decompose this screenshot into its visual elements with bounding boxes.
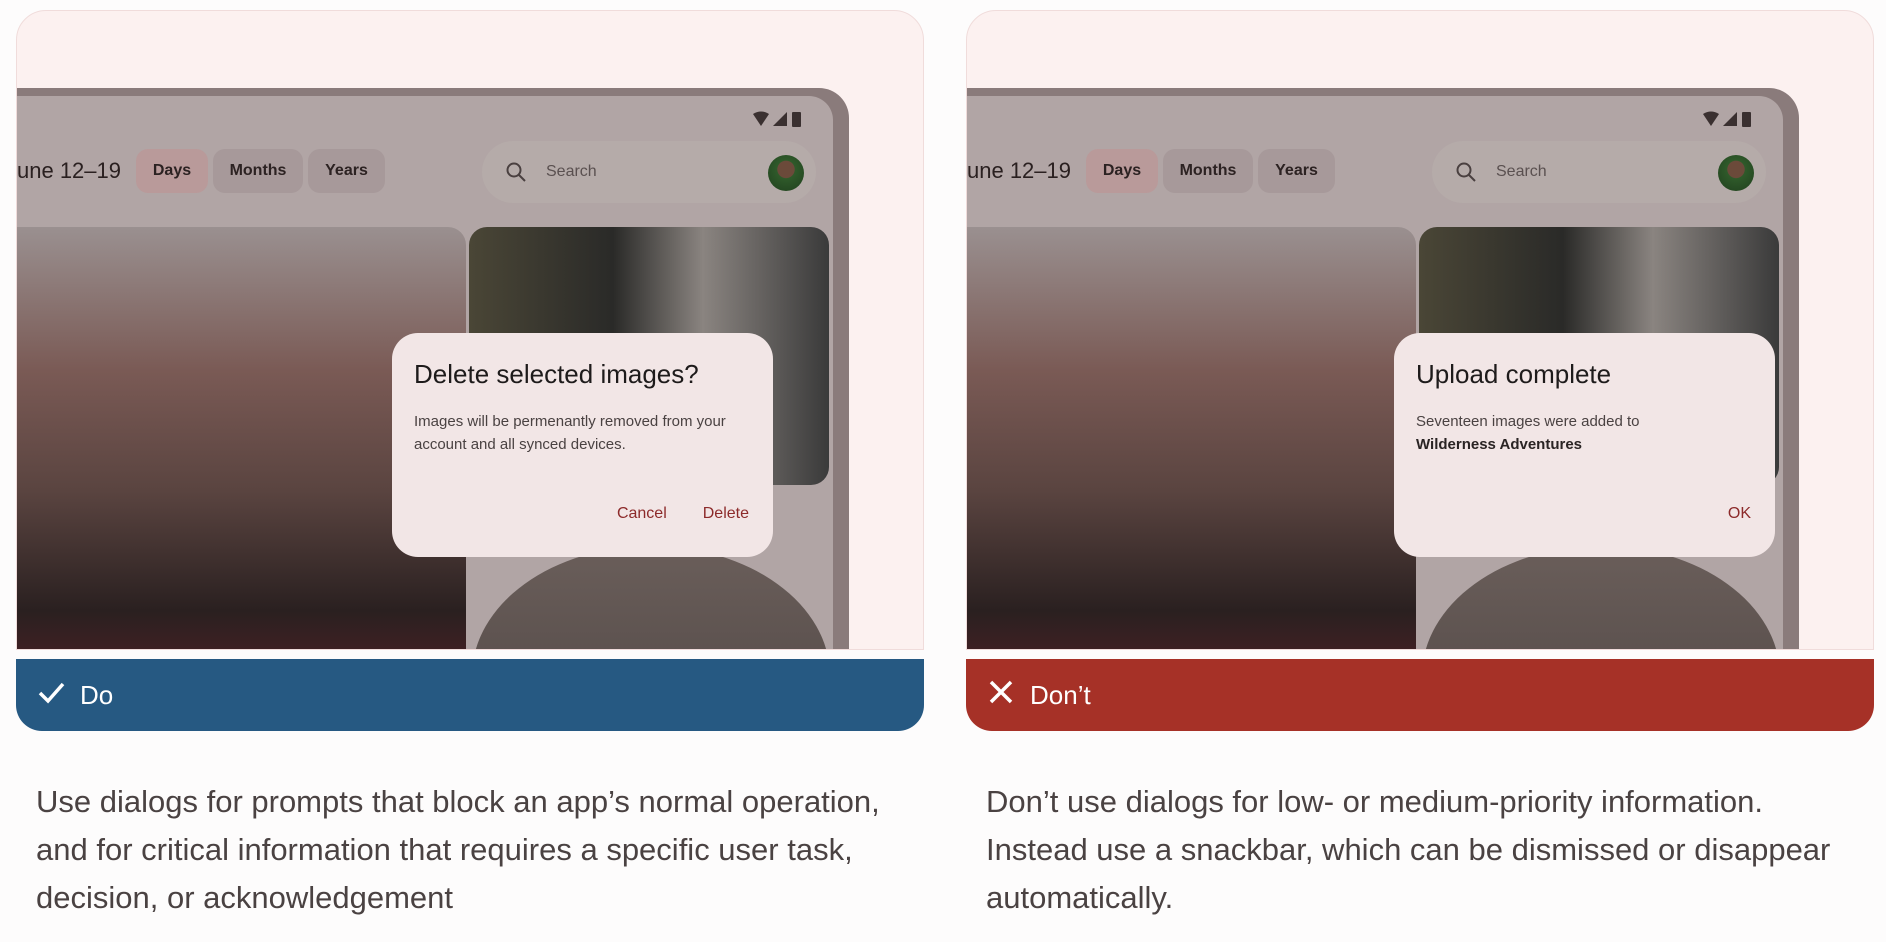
wifi-signal-battery-icon xyxy=(1703,111,1751,127)
chip-years[interactable]: Years xyxy=(1258,149,1335,193)
date-range: une 12–19 xyxy=(967,158,1071,183)
dialog-title: Delete selected images? xyxy=(414,359,699,389)
chip-days[interactable]: Days xyxy=(136,149,208,193)
search-placeholder: Search xyxy=(1496,163,1547,180)
search-placeholder: Search xyxy=(546,163,597,180)
guideline-description: Use dialogs for prompts that block an ap… xyxy=(36,784,880,915)
dialog-actions: Cancel Delete xyxy=(617,505,749,523)
dialog-button-ok[interactable]: OK xyxy=(1728,505,1751,523)
dialog-title: Upload complete xyxy=(1416,359,1612,389)
chip-days[interactable]: Days xyxy=(1086,149,1158,193)
close-icon xyxy=(986,677,1016,714)
dialog-button-delete[interactable]: Delete xyxy=(703,505,749,523)
example-card: une 12–19 Days Months Years Search 19 Up… xyxy=(966,10,1874,650)
status-bar xyxy=(751,110,807,128)
guideline-panel: une 12–19 Days Months Years Search 19 Up… xyxy=(950,0,1880,942)
check-icon xyxy=(36,677,66,714)
chip-years[interactable]: Years xyxy=(308,149,385,193)
guideline-description: Don’t use dialogs for low- or medium-pri… xyxy=(986,784,1831,915)
photo-living-room[interactable] xyxy=(1422,546,1780,649)
chip-months[interactable]: Months xyxy=(1163,149,1253,193)
wifi-signal-battery-icon xyxy=(753,111,801,127)
guideline-panel: une 12–19 Days Months Years Search 19 De… xyxy=(0,0,930,942)
date-range: une 12–19 xyxy=(17,158,121,183)
example-card: une 12–19 Days Months Years Search 19 De… xyxy=(16,10,924,650)
dialog-body-bold: Wilderness Adventures xyxy=(1416,436,1583,453)
avatar[interactable] xyxy=(768,155,804,191)
guideline-banner: Do xyxy=(16,659,924,731)
status-bar xyxy=(1701,110,1757,128)
dialog-body: Seventeen images were added to Wilderness… xyxy=(1416,413,1640,453)
guideline-banner: Don’t xyxy=(966,659,1874,731)
search-bar[interactable]: Search xyxy=(482,141,816,203)
dialog-body: Images will be permenantly removed from … xyxy=(414,413,726,453)
dialog-actions: OK xyxy=(1728,505,1751,523)
chip-months[interactable]: Months xyxy=(213,149,303,193)
dialog-button-cancel[interactable]: Cancel xyxy=(617,505,667,523)
search-icon xyxy=(1456,162,1476,182)
avatar[interactable] xyxy=(1718,155,1754,191)
banner-label: Don’t xyxy=(1030,679,1091,710)
dialog: Delete selected images? Images will be p… xyxy=(392,333,773,557)
banner-label: Do xyxy=(80,679,114,710)
photo-portrait[interactable] xyxy=(967,227,1416,649)
photo-living-room[interactable] xyxy=(472,546,830,649)
dialog: Upload complete Seventeen images were ad… xyxy=(1394,333,1775,557)
search-bar[interactable]: Search xyxy=(1432,141,1766,203)
search-icon xyxy=(506,162,526,182)
